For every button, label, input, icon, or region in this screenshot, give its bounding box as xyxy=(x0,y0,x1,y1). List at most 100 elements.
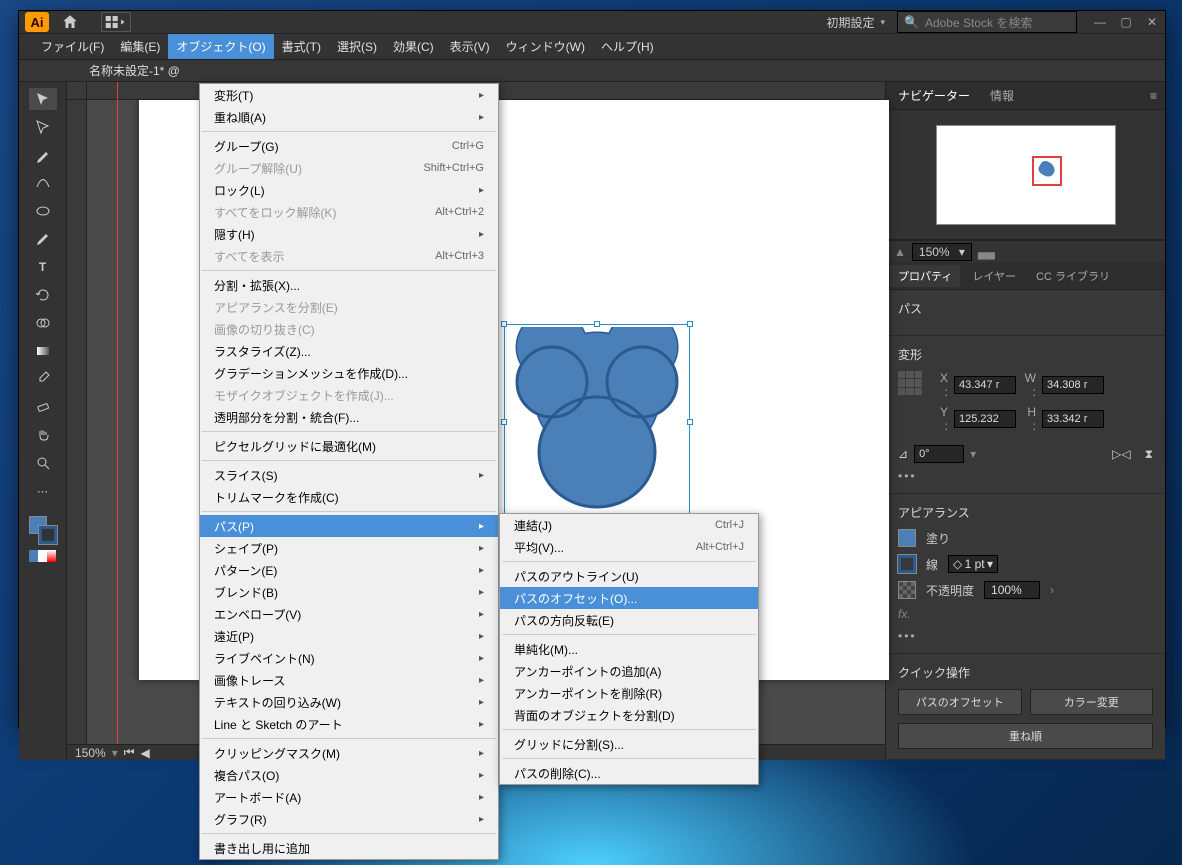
menu-item[interactable]: ラスタライズ(Z)... xyxy=(200,340,498,362)
menu-item[interactable]: スライス(S) xyxy=(200,464,498,486)
menu-item[interactable]: アートボード(A) xyxy=(200,786,498,808)
navigator-preview[interactable] xyxy=(886,110,1165,240)
hand-tool[interactable] xyxy=(29,424,57,446)
x-input[interactable]: 43.347 r xyxy=(954,376,1016,394)
menu-item[interactable]: 平均(V)...Alt+Ctrl+J xyxy=(500,536,758,558)
pen-tool[interactable] xyxy=(29,144,57,166)
artboard-nav-back[interactable]: ◀ xyxy=(141,746,150,760)
menu-item[interactable]: 分割・拡張(X)... xyxy=(200,274,498,296)
appearance-more[interactable]: ••• xyxy=(898,629,1153,643)
rotate-tool[interactable] xyxy=(29,284,57,306)
flip-h-icon[interactable]: ▷◁ xyxy=(1112,447,1130,461)
menu-item[interactable]: Line と Sketch のアート xyxy=(200,713,498,735)
menu-item[interactable]: パスのオフセット(O)... xyxy=(500,587,758,609)
workspace-preset[interactable]: 初期設定 xyxy=(826,14,885,31)
y-input[interactable]: 125.232 xyxy=(954,410,1016,428)
menu-item[interactable]: 書き出し用に追加 xyxy=(200,837,498,859)
menu-item[interactable]: アンカーポイントの追加(A) xyxy=(500,660,758,682)
menu-item[interactable]: 複合パス(O) xyxy=(200,764,498,786)
eraser-tool[interactable] xyxy=(29,396,57,418)
angle-input[interactable]: 0° xyxy=(914,445,964,463)
fill-swatch[interactable] xyxy=(898,529,916,547)
workspace-switcher-icon[interactable] xyxy=(101,12,131,32)
stock-search-input[interactable]: 🔍 Adobe Stock を検索 xyxy=(897,11,1077,33)
zoom-tool[interactable] xyxy=(29,452,57,474)
zoom-slider-icon[interactable]: ▄▄ xyxy=(978,245,995,259)
menu-item[interactable]: 重ね順(A) xyxy=(200,106,498,128)
menu-item[interactable]: パスの削除(C)... xyxy=(500,762,758,784)
fill-stroke-swatch[interactable] xyxy=(29,516,57,544)
menu-書式[interactable]: 書式(T) xyxy=(274,34,329,59)
menu-item[interactable]: グループ(G)Ctrl+G xyxy=(200,135,498,157)
menu-item[interactable]: 透明部分を分割・統合(F)... xyxy=(200,406,498,428)
direct-selection-tool[interactable] xyxy=(29,116,57,138)
menu-item[interactable]: パターン(E) xyxy=(200,559,498,581)
minimize-button[interactable]: — xyxy=(1093,15,1107,29)
artboard-nav-prev[interactable]: ⏮ xyxy=(124,745,135,760)
zoom-readout[interactable]: 150% xyxy=(75,746,106,760)
draw-mode[interactable] xyxy=(29,550,57,562)
menu-オブジェクト[interactable]: オブジェクト(O) xyxy=(168,34,273,59)
guide-line[interactable] xyxy=(117,82,118,744)
menu-item[interactable]: 背面のオブジェクトを分割(D) xyxy=(500,704,758,726)
menu-item[interactable]: 変形(T) xyxy=(200,84,498,106)
prop-tab-0[interactable]: プロパティ xyxy=(890,265,960,287)
curvature-tool[interactable] xyxy=(29,172,57,194)
tab-info[interactable]: 情報 xyxy=(986,85,1018,106)
menu-ウィンドウ[interactable]: ウィンドウ(W) xyxy=(498,34,593,59)
shape-builder-tool[interactable] xyxy=(29,312,57,334)
type-tool[interactable]: T xyxy=(29,256,57,278)
h-input[interactable]: 33.342 r xyxy=(1042,410,1104,428)
offset-path-button[interactable]: パスのオフセット xyxy=(898,689,1022,715)
home-icon[interactable] xyxy=(59,12,81,32)
menu-item[interactable]: エンベロープ(V) xyxy=(200,603,498,625)
opacity-swatch[interactable] xyxy=(898,581,916,599)
menu-item[interactable]: パスの方向反転(E) xyxy=(500,609,758,631)
menu-item[interactable]: 隠す(H) xyxy=(200,223,498,245)
fx-button[interactable]: fx. xyxy=(898,607,911,621)
menu-item[interactable]: ロック(L) xyxy=(200,179,498,201)
paintbrush-tool[interactable] xyxy=(29,228,57,250)
menu-表示[interactable]: 表示(V) xyxy=(442,34,498,59)
menu-item[interactable]: ライブペイント(N) xyxy=(200,647,498,669)
menu-item[interactable]: グラデーションメッシュを作成(D)... xyxy=(200,362,498,384)
opacity-input[interactable]: 100% xyxy=(984,581,1040,599)
zoom-out-icon[interactable]: ▲ xyxy=(894,245,906,259)
menu-item[interactable]: グリッドに分割(S)... xyxy=(500,733,758,755)
close-button[interactable]: ✕ xyxy=(1145,15,1159,29)
menu-item[interactable]: 単純化(M)... xyxy=(500,638,758,660)
reference-point[interactable] xyxy=(898,371,922,395)
recolor-button[interactable]: カラー変更 xyxy=(1030,689,1154,715)
menu-編集[interactable]: 編集(E) xyxy=(112,34,168,59)
menu-item[interactable]: ピクセルグリッドに最適化(M) xyxy=(200,435,498,457)
menu-item[interactable]: ブレンド(B) xyxy=(200,581,498,603)
selection-tool[interactable] xyxy=(29,88,57,110)
menu-item[interactable]: テキストの回り込み(W) xyxy=(200,691,498,713)
menu-item[interactable]: シェイプ(P) xyxy=(200,537,498,559)
menu-item[interactable]: パスのアウトライン(U) xyxy=(500,565,758,587)
stroke-swatch[interactable] xyxy=(898,555,916,573)
menu-item[interactable]: クリッピングマスク(M) xyxy=(200,742,498,764)
transform-more[interactable]: ••• xyxy=(898,469,1153,483)
ruler-origin[interactable] xyxy=(67,82,87,100)
toolbar-more[interactable]: ⋯ xyxy=(29,480,57,502)
w-input[interactable]: 34.308 r xyxy=(1042,376,1104,394)
menu-item[interactable]: 連結(J)Ctrl+J xyxy=(500,514,758,536)
eyedropper-tool[interactable] xyxy=(29,368,57,390)
nav-zoom-select[interactable]: 150%▾ xyxy=(912,243,972,261)
gradient-tool[interactable] xyxy=(29,340,57,362)
menu-item[interactable]: トリムマークを作成(C) xyxy=(200,486,498,508)
menu-item[interactable]: アンカーポイントを削除(R) xyxy=(500,682,758,704)
flip-v-icon[interactable]: ⧗ xyxy=(1145,447,1153,462)
ellipse-tool[interactable] xyxy=(29,200,57,222)
prop-tab-1[interactable]: レイヤー xyxy=(964,265,1024,287)
menu-効果[interactable]: 効果(C) xyxy=(385,34,442,59)
menu-ファイル[interactable]: ファイル(F) xyxy=(33,34,112,59)
ruler-vertical[interactable] xyxy=(67,100,87,744)
menu-ヘルプ[interactable]: ヘルプ(H) xyxy=(593,34,662,59)
panel-menu-icon[interactable]: ≡ xyxy=(1150,89,1157,103)
menu-item[interactable]: パス(P) xyxy=(200,515,498,537)
menu-item[interactable]: 遠近(P) xyxy=(200,625,498,647)
prop-tab-2[interactable]: CC ライブラリ xyxy=(1028,265,1118,287)
menu-選択[interactable]: 選択(S) xyxy=(329,34,385,59)
